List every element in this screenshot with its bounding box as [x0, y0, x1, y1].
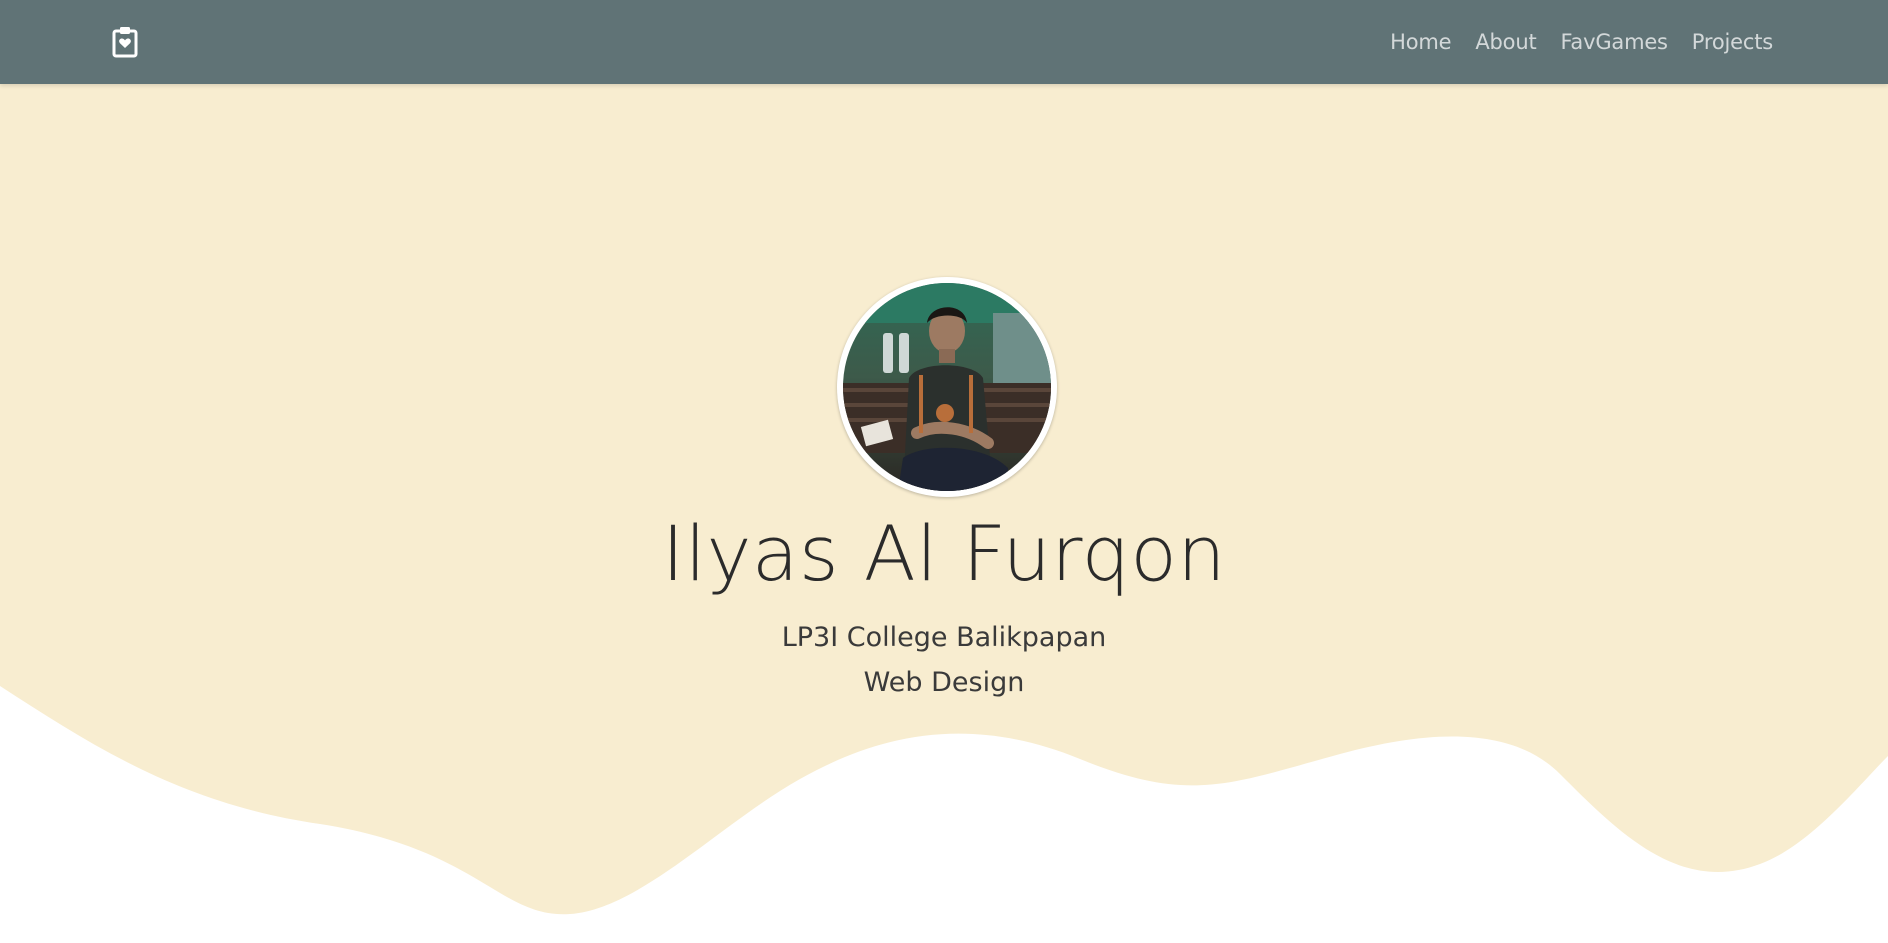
nav-link-projects[interactable]: Projects	[1692, 30, 1773, 54]
profile-major: Web Design	[863, 667, 1025, 698]
nav-link-home[interactable]: Home	[1390, 30, 1451, 54]
hero-section: Ilyas Al Furqon LP3I College Balikpapan …	[0, 84, 1888, 943]
nav-link-about[interactable]: About	[1475, 30, 1536, 54]
navbar: Home About FavGames Projects	[0, 0, 1888, 84]
nav-link-favgames[interactable]: FavGames	[1560, 30, 1668, 54]
profile-photo	[843, 283, 1051, 491]
clipboard-heart-icon[interactable]	[112, 26, 138, 58]
profile-name: Ilyas Al Furqon	[661, 509, 1227, 598]
profile-photo-frame	[837, 277, 1057, 497]
profile-institution: LP3I College Balikpapan	[781, 622, 1107, 653]
nav-menu: Home About FavGames Projects	[1390, 0, 1773, 84]
